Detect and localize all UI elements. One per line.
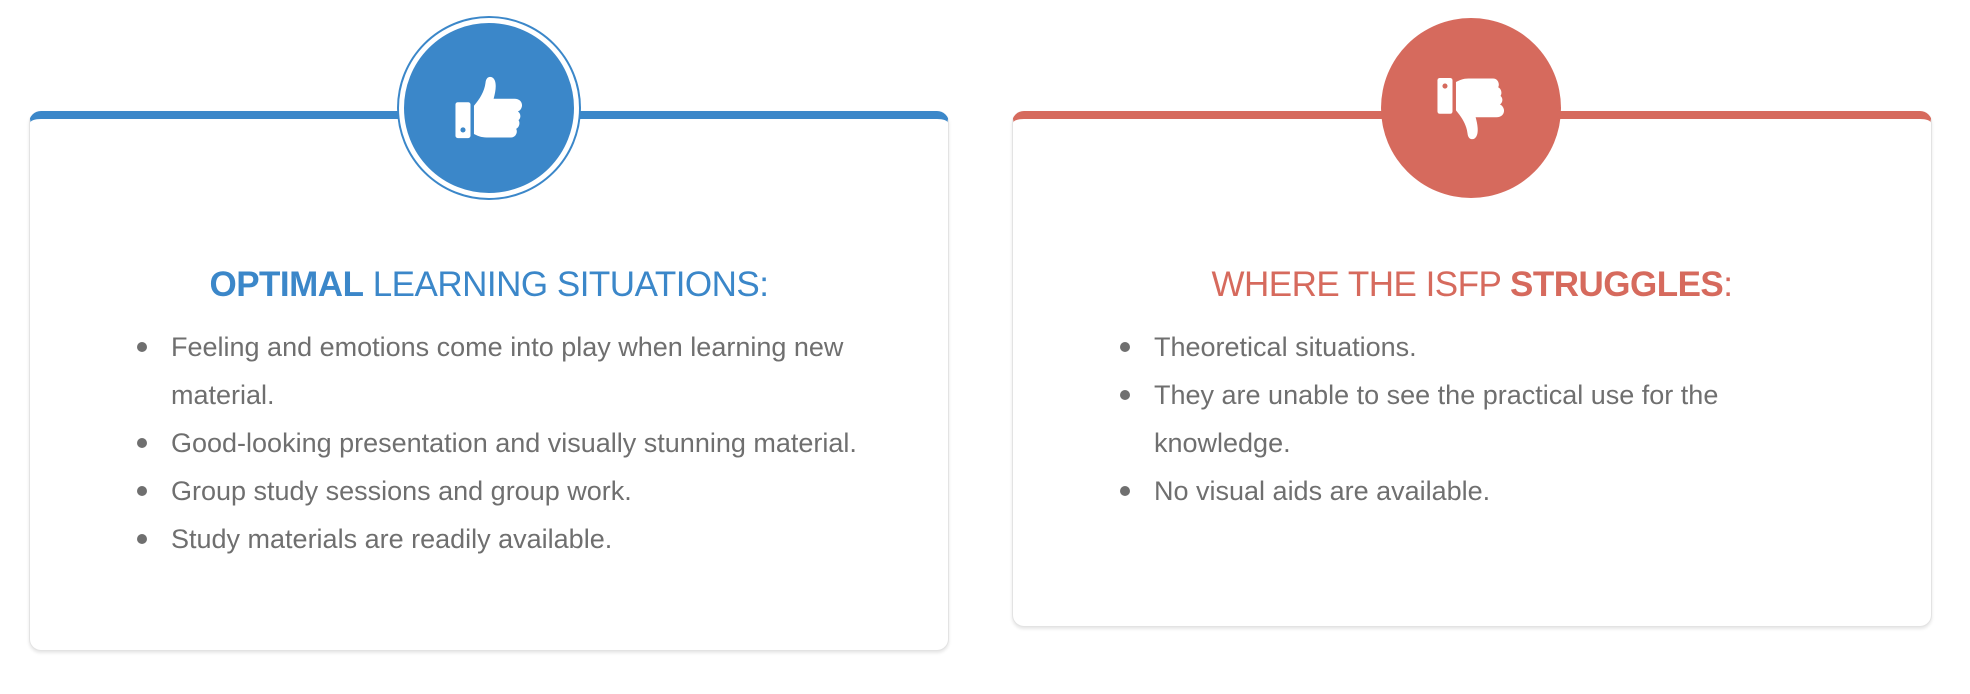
- list-item-text: Group study sessions and group work.: [171, 476, 632, 506]
- list-item: They are unable to see the practical use…: [1120, 371, 1854, 467]
- thumbs-up-badge: [399, 18, 579, 198]
- struggles-title: WHERE THE ISFP STRUGGLES:: [1013, 265, 1931, 305]
- title-text: LEARNING SITUATIONS:: [363, 265, 769, 304]
- title-text: WHERE THE ISFP: [1211, 265, 1510, 304]
- bullet-icon: [1120, 390, 1130, 400]
- list-item-text: They are unable to see the practical use…: [1154, 380, 1719, 458]
- bullet-icon: [137, 534, 147, 544]
- optimal-learning-list: Feeling and emotions come into play when…: [137, 323, 891, 563]
- bullet-icon: [137, 486, 147, 496]
- bullet-icon: [137, 438, 147, 448]
- list-item-text: Feeling and emotions come into play when…: [171, 332, 844, 410]
- title-suffix: :: [1723, 265, 1733, 304]
- list-item: Feeling and emotions come into play when…: [137, 323, 891, 419]
- list-item-text: Study materials are readily available.: [171, 524, 613, 554]
- list-item: Study materials are readily available.: [137, 515, 891, 563]
- bullet-icon: [1120, 342, 1130, 352]
- thumbs-up-icon: [455, 76, 523, 139]
- bullet-icon: [1120, 486, 1130, 496]
- bullet-icon: [137, 342, 147, 352]
- optimal-learning-title: OPTIMAL LEARNING SITUATIONS:: [30, 265, 948, 305]
- list-item-text: No visual aids are available.: [1154, 476, 1491, 506]
- thumbs-down-badge: [1381, 18, 1561, 198]
- list-item: No visual aids are available.: [1120, 467, 1854, 515]
- title-emphasis: OPTIMAL: [209, 265, 364, 304]
- list-item-text: Theoretical situations.: [1154, 332, 1417, 362]
- list-item-text: Good-looking presentation and visually s…: [171, 428, 857, 458]
- list-item: Theoretical situations.: [1120, 323, 1854, 371]
- struggles-list: Theoretical situations. They are unable …: [1120, 323, 1854, 515]
- title-emphasis: STRUGGLES: [1509, 265, 1724, 304]
- list-item: Good-looking presentation and visually s…: [137, 419, 891, 467]
- thumbs-down-icon: [1437, 77, 1505, 140]
- list-item: Group study sessions and group work.: [137, 467, 891, 515]
